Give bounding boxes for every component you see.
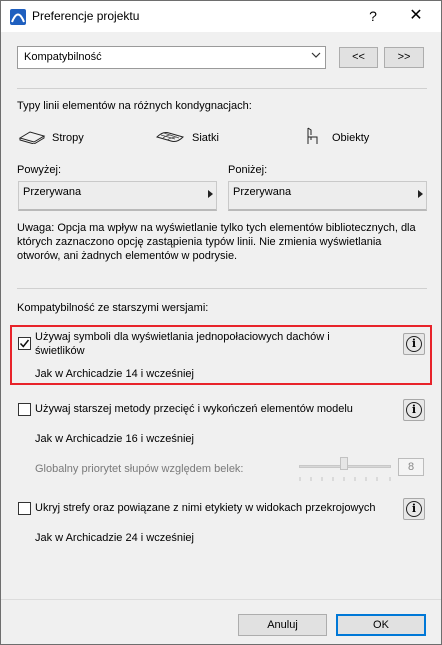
- line-types-note: Uwaga: Opcja ma wpływ na wyświetlanie ty…: [17, 222, 416, 262]
- divider: [17, 88, 427, 89]
- below-line-type-popup[interactable]: Przerywana: [228, 181, 427, 211]
- archicad-app-icon: [10, 9, 26, 25]
- info-button[interactable]: i: [403, 333, 425, 355]
- mesh-label: Siatki: [192, 132, 219, 144]
- hide-zones-checkbox[interactable]: [18, 502, 31, 515]
- legacy-intersection-checkbox[interactable]: [18, 403, 31, 416]
- dialog-window: Preferencje projektu ? ✕ Kompatybilność …: [0, 0, 442, 645]
- dialog-content: Kompatybilność << >> Typy linii elementó…: [1, 32, 441, 644]
- above-label: Powyżej:: [17, 164, 62, 176]
- above-line-type-value: Przerywana: [23, 186, 82, 198]
- compat-heading: Kompatybilność ze starszymi wersjami:: [17, 302, 209, 314]
- popup-arrow-icon: [418, 190, 423, 198]
- window-title: Preferencje projektu: [32, 9, 140, 23]
- info-icon: i: [406, 501, 422, 517]
- title-bar: Preferencje projektu ? ✕: [1, 1, 441, 32]
- below-label: Poniżej:: [228, 164, 268, 176]
- mesh-icon: [155, 129, 185, 148]
- roof-symbols-label-line2[interactable]: świetlików: [35, 345, 85, 357]
- slider-ticks: [299, 472, 391, 481]
- info-button[interactable]: i: [403, 399, 425, 421]
- dialog-footer: Anuluj OK: [1, 599, 441, 644]
- slider-thumb[interactable]: [340, 457, 348, 470]
- info-button[interactable]: i: [403, 498, 425, 520]
- info-icon: i: [406, 402, 422, 418]
- hide-zones-version-note: Jak w Archicadzie 24 i wcześniej: [35, 532, 194, 544]
- cancel-button[interactable]: Anuluj: [238, 614, 327, 636]
- divider: [17, 288, 427, 289]
- legacy-intersection-label[interactable]: Używaj starszej metody przecięć i wykońc…: [35, 403, 353, 415]
- info-icon: i: [406, 336, 422, 352]
- section-select-value: Kompatybilność: [24, 51, 102, 63]
- ok-button[interactable]: OK: [336, 614, 426, 636]
- line-types-heading: Typy linii elementów na różnych kondygna…: [17, 100, 252, 112]
- help-button[interactable]: ?: [359, 3, 387, 29]
- hide-zones-label[interactable]: Ukryj strefy oraz powiązane z nimi etyki…: [35, 502, 376, 514]
- roof-symbols-version-note: Jak w Archicadzie 14 i wcześniej: [35, 368, 194, 380]
- column-priority-value[interactable]: 8: [398, 458, 424, 476]
- above-line-type-popup[interactable]: Przerywana: [18, 181, 217, 211]
- popup-arrow-icon: [208, 190, 213, 198]
- previous-section-button[interactable]: <<: [339, 47, 378, 68]
- chair-icon: [304, 127, 320, 148]
- close-button[interactable]: ✕: [401, 3, 431, 29]
- section-select[interactable]: Kompatybilność: [17, 46, 326, 69]
- slab-label: Stropy: [52, 132, 84, 144]
- below-line-type-value: Przerywana: [233, 186, 292, 198]
- roof-symbols-checkbox[interactable]: [18, 337, 31, 350]
- next-section-button[interactable]: >>: [384, 47, 424, 68]
- roof-symbols-label[interactable]: Używaj symboli dla wyświetlania jednopoł…: [35, 331, 330, 343]
- legacy-intersection-version-note: Jak w Archicadzie 16 i wcześniej: [35, 433, 194, 445]
- chevron-down-icon: [311, 50, 321, 63]
- column-priority-label: Globalny priorytet słupów względem belek…: [35, 463, 244, 475]
- objects-label: Obiekty: [332, 132, 370, 144]
- slab-icon: [18, 130, 46, 147]
